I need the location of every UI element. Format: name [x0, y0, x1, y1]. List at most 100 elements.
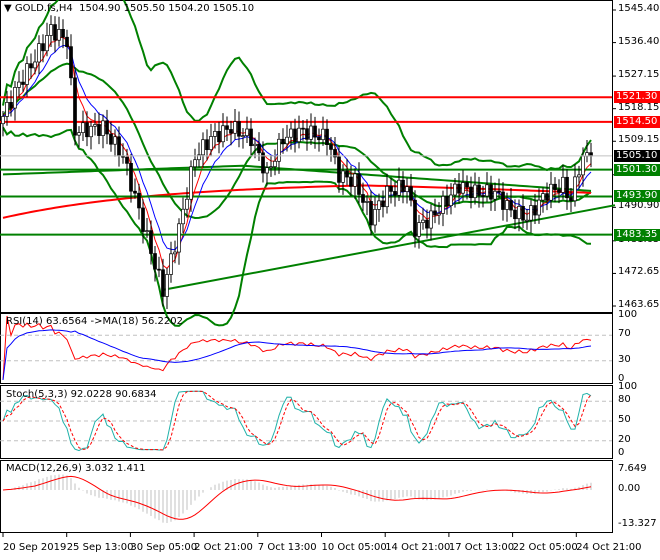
- candle-body: [265, 167, 269, 174]
- rsi-title: RSI(14) 63.6564 ->MA(18) 56.2202: [6, 316, 183, 327]
- candle-body: [225, 125, 229, 130]
- candle-body: [61, 29, 65, 38]
- candle-body: [357, 173, 361, 195]
- candle-body: [161, 269, 165, 297]
- candle-body: [81, 122, 85, 133]
- candle-body: [373, 209, 377, 226]
- candle-body: [249, 128, 253, 147]
- candle-body: [137, 192, 141, 209]
- chart-header: ▼ GOLD.fs,H4 1504.90 1505.50 1504.20 150…: [4, 3, 254, 14]
- candle-body: [369, 201, 373, 226]
- candle-body: [497, 190, 501, 193]
- level-tag: 1493.90: [614, 190, 660, 203]
- candle-body: [57, 29, 61, 41]
- candle-body: [173, 251, 177, 255]
- rsi-axis-label: 70: [618, 328, 631, 340]
- candle-body: [421, 219, 425, 223]
- candle-body: [209, 136, 213, 151]
- candle-body: [37, 43, 41, 63]
- candle-body: [389, 185, 393, 192]
- candle-body: [269, 166, 273, 169]
- candle-body: [361, 194, 365, 203]
- dropdown-arrow-icon[interactable]: ▼: [4, 3, 12, 14]
- candle-body: [553, 183, 557, 191]
- candle-body: [529, 205, 533, 221]
- low-value: 1504.20: [168, 3, 210, 14]
- candle-body: [29, 63, 33, 69]
- candle-body: [569, 197, 573, 202]
- candle-body: [433, 210, 437, 216]
- time-axis-label: 24 Oct 21:00: [576, 542, 642, 553]
- time-axis-label: 14 Oct 21:00: [385, 542, 451, 553]
- candle-body: [273, 160, 277, 167]
- price-axis-label: 1536.40: [618, 35, 660, 47]
- candle-body: [453, 183, 457, 196]
- candle-body: [557, 189, 561, 193]
- candle-body: [305, 128, 309, 140]
- open-value: 1504.90: [79, 3, 121, 14]
- candle-body: [413, 199, 417, 237]
- candle-body: [457, 183, 461, 194]
- stoch-axis-label: 50: [618, 414, 631, 425]
- time-axis-label: 2 Oct 21:00: [194, 542, 253, 553]
- chart-canvas[interactable]: [0, 0, 660, 560]
- candle-body: [201, 139, 205, 156]
- trading-chart[interactable]: ▼ GOLD.fs,H4 1504.90 1505.50 1504.20 150…: [0, 0, 660, 560]
- candle-body: [313, 125, 317, 138]
- candle-body: [573, 176, 577, 202]
- candle-body: [365, 201, 369, 203]
- candle-body: [429, 210, 433, 229]
- candle-body: [177, 223, 181, 253]
- candle-body: [513, 209, 517, 220]
- candle-body: [445, 195, 449, 206]
- time-axis-label: 30 Sep 05:00: [130, 542, 198, 553]
- candle-body: [533, 205, 537, 216]
- candle-body: [397, 179, 401, 196]
- panel-frame-0: [0, 0, 613, 313]
- candle-body: [193, 159, 197, 168]
- candle-body: [85, 122, 89, 138]
- candle-body: [385, 185, 389, 208]
- candle-body: [257, 143, 261, 154]
- candle-body: [509, 200, 513, 211]
- candle-body: [521, 206, 525, 221]
- candle-body: [105, 120, 109, 135]
- candle-body: [233, 121, 237, 134]
- candle-body: [341, 170, 345, 183]
- candle-body: [377, 200, 381, 210]
- stoch-axis-label: 0: [618, 447, 625, 458]
- candle-body: [21, 81, 25, 85]
- candle-body: [417, 222, 421, 237]
- time-axis-label: 7 Oct 13:00: [257, 542, 317, 553]
- current-price-tag: 1505.10: [614, 149, 660, 162]
- candle-body: [437, 213, 441, 216]
- candle-body: [549, 183, 553, 201]
- candle-body: [353, 173, 357, 187]
- candle-body: [245, 128, 249, 137]
- candle-body: [145, 230, 149, 232]
- candle-body: [253, 143, 257, 147]
- macd-axis-label: 0.00: [618, 483, 641, 494]
- candle-body: [97, 124, 101, 136]
- candle-body: [505, 200, 509, 210]
- candle-body: [141, 207, 145, 232]
- price-axis-label: 1472.65: [618, 266, 660, 278]
- candle-body: [229, 129, 233, 134]
- candle-body: [1, 116, 5, 125]
- candle-body: [189, 166, 193, 200]
- candle-body: [393, 191, 397, 196]
- candle-body: [41, 43, 45, 52]
- candle-body: [285, 136, 289, 145]
- candle-body: [69, 46, 73, 79]
- candle-body: [221, 125, 225, 143]
- rsi-axis-label: 30: [618, 353, 631, 365]
- candle-body: [485, 184, 489, 197]
- candle-body: [117, 136, 121, 157]
- candle-body: [317, 136, 321, 141]
- candle-body: [561, 176, 565, 193]
- level-tag: 1483.35: [614, 228, 660, 241]
- candle-body: [125, 156, 129, 164]
- candle-body: [101, 120, 105, 136]
- candle-body: [325, 128, 329, 145]
- candle-body: [133, 190, 137, 194]
